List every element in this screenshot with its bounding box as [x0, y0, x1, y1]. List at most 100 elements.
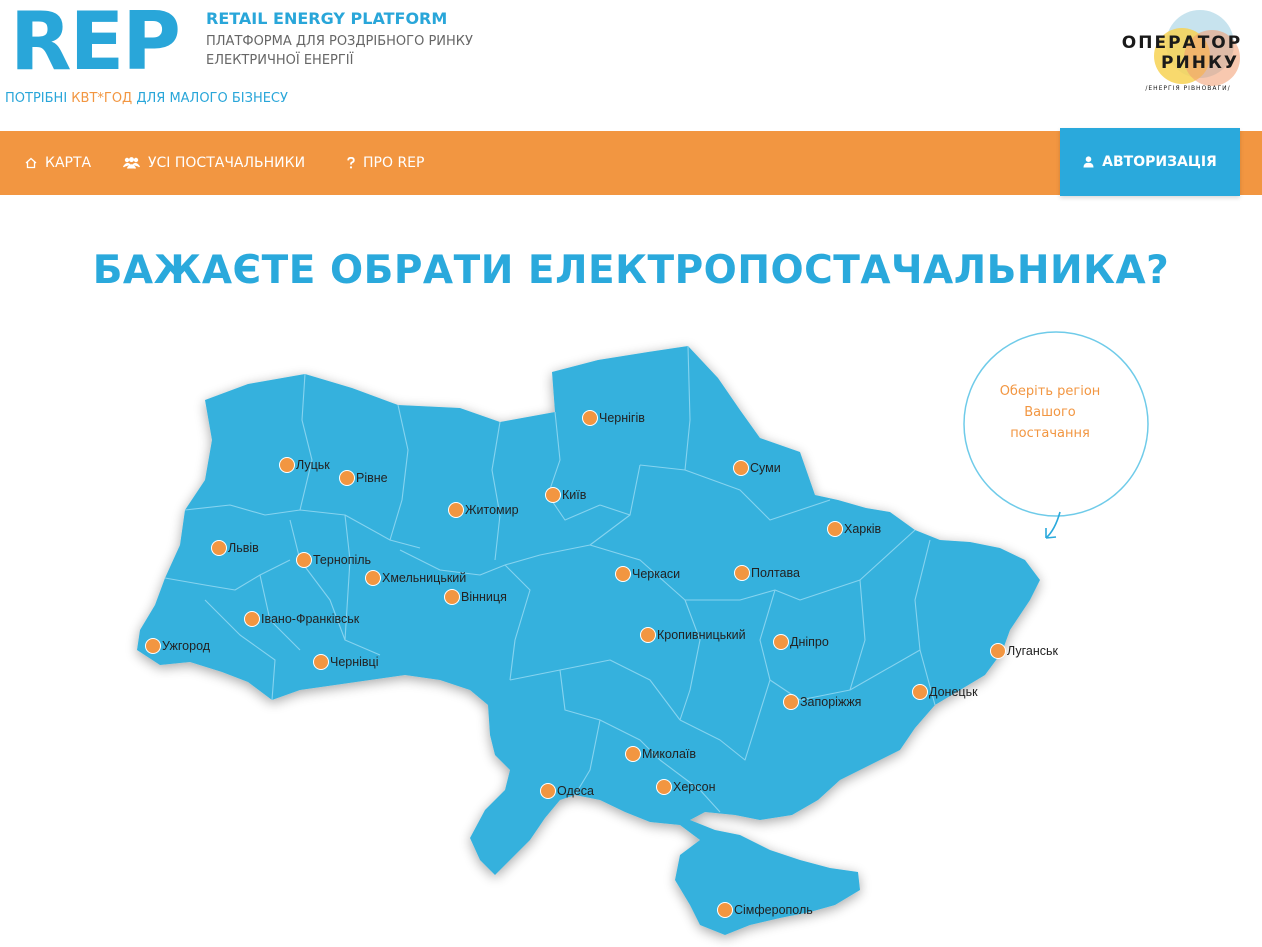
- city-marker-chernihiv[interactable]: Чернігів: [582, 410, 645, 426]
- nav-item-suppliers[interactable]: УСІ ПОСТАЧАЛЬНИКИ: [123, 131, 305, 195]
- city-marker-kharkiv[interactable]: Харків: [827, 521, 881, 537]
- city-label: Черкаси: [632, 567, 681, 581]
- city-marker-rivne[interactable]: Рівне: [339, 470, 388, 486]
- brand-title: RETAIL ENERGY PLATFORM: [206, 9, 448, 28]
- hint-line-2: Вашого: [1024, 405, 1076, 420]
- city-marker-khmelnytskyi[interactable]: Хмельницький: [365, 570, 466, 586]
- hint-arrow-icon: [1045, 511, 1061, 539]
- pin-icon: [733, 460, 749, 476]
- nav-item-map[interactable]: КАРТА: [25, 131, 91, 195]
- pin-icon: [734, 565, 750, 581]
- city-label: Запоріжжя: [800, 695, 862, 709]
- city-label: Львів: [228, 541, 259, 555]
- city-label: Ужгород: [162, 639, 211, 653]
- city-label: Миколаїв: [642, 747, 697, 761]
- pin-icon: [656, 779, 672, 795]
- authorization-button[interactable]: АВТОРИЗАЦІЯ: [1060, 128, 1240, 196]
- authorization-label: АВТОРИЗАЦІЯ: [1102, 154, 1217, 170]
- pin-icon: [279, 457, 295, 473]
- tagline: ПОТРІБНІ КВТ*ГОД ДЛЯ МАЛОГО БІЗНЕСУ: [5, 91, 288, 106]
- city-marker-poltava[interactable]: Полтава: [734, 565, 800, 581]
- pin-icon: [444, 589, 460, 605]
- city-marker-ternopil[interactable]: Тернопіль: [296, 552, 371, 568]
- home-icon: [25, 157, 37, 169]
- city-marker-ivano-frankivsk[interactable]: Івано-Франківськ: [244, 611, 359, 627]
- pin-icon: [990, 643, 1006, 659]
- city-marker-kherson[interactable]: Херсон: [656, 779, 716, 795]
- rep-logo[interactable]: REP: [10, 0, 181, 88]
- pin-icon: [211, 540, 227, 556]
- brand-subtitle-line-1: ПЛАТФОРМА ДЛЯ РОЗДРІБНОГО РИНКУ: [206, 34, 473, 49]
- city-marker-uzhhorod[interactable]: Ужгород: [145, 638, 210, 654]
- city-marker-kyiv[interactable]: Київ: [545, 487, 586, 503]
- hint-line-3: постачання: [1010, 426, 1090, 441]
- pin-icon: [640, 627, 656, 643]
- brand-subtitle-line-2: ЕЛЕКТРИЧНОЇ ЕНЕРГІЇ: [206, 53, 354, 68]
- city-marker-vinnytsia[interactable]: Вінниця: [444, 589, 507, 605]
- pin-icon: [625, 746, 641, 762]
- city-label: Чернівці: [330, 655, 379, 669]
- user-icon: [1083, 156, 1094, 168]
- pin-icon: [783, 694, 799, 710]
- city-marker-dnipro[interactable]: Дніпро: [773, 634, 829, 650]
- pin-icon: [582, 410, 598, 426]
- pin-icon: [545, 487, 561, 503]
- city-marker-lviv[interactable]: Львів: [211, 540, 259, 556]
- city-label: Полтава: [751, 566, 800, 580]
- pin-icon: [313, 654, 329, 670]
- city-label: Вінниця: [461, 590, 507, 604]
- pin-icon: [540, 783, 556, 799]
- city-label: Тернопіль: [313, 553, 372, 567]
- city-label: Луцьк: [296, 458, 330, 472]
- city-marker-lutsk[interactable]: Луцьк: [279, 457, 330, 473]
- tagline-highlight: КВТ*ГОД: [71, 91, 133, 106]
- pin-icon: [296, 552, 312, 568]
- city-marker-kropyvnytskyi[interactable]: Кропивницький: [640, 627, 746, 643]
- city-label: Донецьк: [929, 685, 978, 699]
- question-icon: [347, 157, 355, 169]
- pin-icon: [448, 502, 464, 518]
- region-borders: [164, 345, 936, 813]
- page-title: БАЖАЄТЕ ОБРАТИ ЕЛЕКТРОПОСТАЧАЛЬНИКА?: [92, 248, 1170, 293]
- city-label: Херсон: [673, 780, 716, 794]
- city-label: Рівне: [356, 471, 388, 485]
- nav-item-map-label: КАРТА: [45, 155, 92, 171]
- city-marker-cherkasy[interactable]: Черкаси: [615, 566, 680, 582]
- city-label: Харків: [844, 522, 882, 536]
- rep-logo-text: REP: [10, 0, 181, 88]
- nav-item-about[interactable]: ПРО REP: [347, 131, 424, 195]
- users-icon: [123, 157, 140, 169]
- tagline-suffix: ДЛЯ МАЛОГО БІЗНЕСУ: [136, 91, 288, 106]
- city-marker-luhansk[interactable]: Луганськ: [990, 643, 1058, 659]
- city-label: Київ: [562, 488, 587, 502]
- operator-logo-line-3: /ЕНЕРГІЯ РІВНОВАГИ/: [1145, 85, 1230, 92]
- pin-icon: [912, 684, 928, 700]
- operator-logo-line-1: ОПЕРАТОР: [1122, 33, 1242, 53]
- city-label: Одеса: [557, 784, 594, 798]
- city-marker-odesa[interactable]: Одеса: [540, 783, 594, 799]
- city-marker-donetsk[interactable]: Донецьк: [912, 684, 978, 700]
- city-marker-simferopol[interactable]: Сімферополь: [717, 902, 813, 918]
- city-label: Кропивницький: [657, 628, 746, 642]
- operator-logo-line-2: РИНКУ: [1161, 53, 1239, 73]
- tagline-prefix: ПОТРІБНІ: [5, 91, 68, 106]
- pin-icon: [827, 521, 843, 537]
- city-marker-mykolaiv[interactable]: Миколаїв: [625, 746, 696, 762]
- city-label: Житомир: [465, 503, 519, 517]
- pin-icon: [244, 611, 260, 627]
- pin-icon: [773, 634, 789, 650]
- market-operator-logo[interactable]: ОПЕРАТОР РИНКУ /ЕНЕРГІЯ РІВНОВАГИ/: [1108, 6, 1256, 98]
- nav-item-about-label: ПРО REP: [363, 155, 425, 171]
- pin-icon: [365, 570, 381, 586]
- city-marker-zhytomyr[interactable]: Житомир: [448, 502, 519, 518]
- ukraine-outline: [137, 346, 1040, 935]
- hint-line-1: Оберіть регіон: [999, 384, 1101, 399]
- pin-icon: [339, 470, 355, 486]
- city-marker-zaporizhzhia[interactable]: Запоріжжя: [783, 694, 861, 710]
- city-label: Луганськ: [1007, 644, 1058, 658]
- pin-icon: [717, 902, 733, 918]
- pin-icon: [615, 566, 631, 582]
- city-marker-sumy[interactable]: Суми: [733, 460, 781, 476]
- pin-icon: [145, 638, 161, 654]
- city-marker-chernivtsi[interactable]: Чернівці: [313, 654, 379, 670]
